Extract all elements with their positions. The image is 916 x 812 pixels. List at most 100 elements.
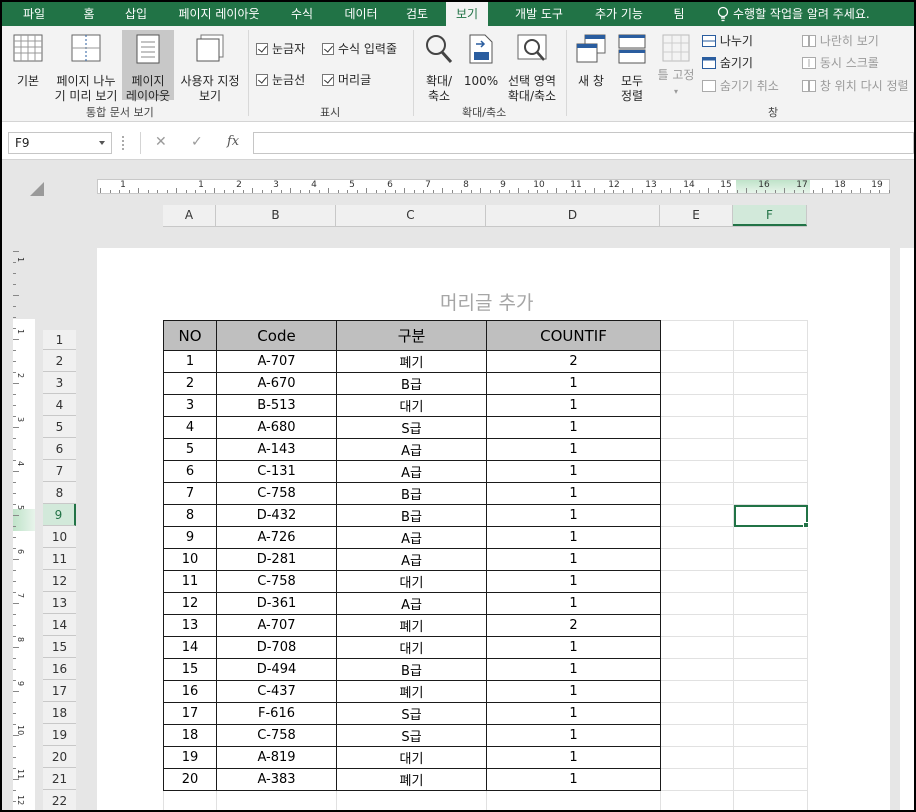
table-cell[interactable]: A급 — [336, 592, 487, 615]
table-cell[interactable]: B급 — [336, 658, 487, 681]
ribbon-tab[interactable]: 팀 — [664, 2, 694, 26]
row-header[interactable]: 20 — [43, 746, 76, 768]
row-header[interactable]: 8 — [43, 482, 76, 504]
empty-cell[interactable] — [733, 658, 808, 681]
table-cell[interactable]: 4 — [163, 416, 217, 439]
table-header-cell[interactable]: Code — [216, 320, 337, 351]
row-header[interactable]: 4 — [43, 394, 76, 416]
table-cell[interactable]: C-131 — [216, 460, 337, 483]
table-cell[interactable]: F-616 — [216, 702, 337, 725]
table-cell[interactable]: 1 — [486, 724, 661, 747]
table-cell[interactable]: 1 — [486, 548, 661, 571]
cancel-icon[interactable]: ✕ — [155, 134, 167, 150]
table-cell[interactable]: 1 — [486, 592, 661, 615]
table-cell[interactable]: A급 — [336, 438, 487, 461]
empty-cell[interactable] — [660, 460, 734, 483]
ribbon-tab[interactable]: 보기 — [446, 2, 488, 26]
normal-view-button[interactable]: 기본 — [10, 32, 46, 100]
table-cell[interactable]: D-432 — [216, 504, 337, 527]
table-cell[interactable]: 1 — [486, 746, 661, 769]
row-header[interactable]: 6 — [43, 438, 76, 460]
row-header[interactable]: 1 — [43, 330, 76, 350]
ribbon-tab[interactable]: 개발 도구 — [501, 2, 577, 26]
row-header[interactable]: 11 — [43, 548, 76, 570]
table-cell[interactable]: 1 — [486, 438, 661, 461]
split-button[interactable]: 나누기 — [702, 34, 782, 52]
column-header[interactable]: C — [336, 205, 486, 226]
table-cell[interactable]: 12 — [163, 592, 217, 615]
table-cell[interactable]: A-680 — [216, 416, 337, 439]
row-header[interactable]: 22 — [43, 790, 76, 810]
empty-cell[interactable] — [660, 680, 734, 703]
gridlines-checkbox[interactable]: 눈금선 — [256, 73, 305, 87]
empty-cell[interactable] — [733, 724, 808, 747]
empty-cell[interactable] — [660, 320, 734, 351]
table-header-cell[interactable]: 구분 — [336, 320, 487, 351]
table-cell[interactable]: C-758 — [216, 570, 337, 593]
empty-cell[interactable] — [733, 438, 808, 461]
row-header[interactable]: 2 — [43, 350, 76, 372]
table-cell[interactable]: 6 — [163, 460, 217, 483]
table-cell[interactable]: 1 — [486, 482, 661, 505]
insert-function-icon[interactable]: fx — [227, 134, 239, 149]
empty-cell[interactable] — [660, 724, 734, 747]
column-header[interactable]: F — [733, 205, 807, 226]
row-header[interactable]: 19 — [43, 724, 76, 746]
table-cell[interactable]: 3 — [163, 394, 217, 417]
row-header[interactable]: 10 — [43, 526, 76, 548]
table-cell[interactable]: 1 — [486, 526, 661, 549]
empty-cell[interactable] — [660, 614, 734, 637]
ribbon-tab[interactable]: 수식 — [282, 2, 322, 26]
table-cell[interactable]: 대기 — [336, 570, 487, 593]
table-cell[interactable]: A-143 — [216, 438, 337, 461]
table-cell[interactable]: 16 — [163, 680, 217, 703]
table-cell[interactable]: A급 — [336, 548, 487, 571]
unhide-button[interactable]: 숨기기 취소 — [702, 79, 792, 97]
empty-cell[interactable] — [733, 790, 808, 810]
ruler-checkbox[interactable]: 눈금자 — [256, 42, 305, 56]
row-header[interactable]: 18 — [43, 702, 76, 724]
row-header[interactable]: 17 — [43, 680, 76, 702]
table-cell[interactable]: 대기 — [336, 394, 487, 417]
empty-cell[interactable] — [660, 636, 734, 659]
empty-cell[interactable] — [733, 460, 808, 483]
zoom-100-button[interactable]: 100% — [462, 32, 500, 100]
table-cell[interactable]: 1 — [486, 768, 661, 791]
table-cell[interactable]: 5 — [163, 438, 217, 461]
empty-cell[interactable] — [733, 394, 808, 417]
table-cell[interactable]: A-670 — [216, 372, 337, 395]
ribbon-tab[interactable]: 검토 — [397, 2, 437, 26]
row-header[interactable]: 12 — [43, 570, 76, 592]
data-grid[interactable]: NO Code 구분 COUNTIF 1 A-707 폐기 2 2 A-670 B급 1 3 B-513 대… — [163, 320, 809, 810]
empty-cell[interactable] — [660, 790, 734, 810]
table-cell[interactable]: C-758 — [216, 482, 337, 505]
table-cell[interactable]: 1 — [486, 394, 661, 417]
horizontal-ruler[interactable]: 1 1 2 3 4 5 6 7 8 9 10 11 12 13 14 15 16 17 18 19 — [97, 179, 890, 194]
table-cell[interactable]: 대기 — [336, 636, 487, 659]
table-cell[interactable]: 폐기 — [336, 350, 487, 373]
vertical-ruler[interactable]: 1 1 2 3 4 5 6 7 8 9 10 11 12 — [13, 247, 35, 810]
row-header[interactable]: 5 — [43, 416, 76, 438]
table-cell[interactable]: 20 — [163, 768, 217, 791]
empty-cell[interactable] — [660, 702, 734, 725]
empty-cell[interactable] — [733, 416, 808, 439]
table-cell[interactable]: 14 — [163, 636, 217, 659]
row-header[interactable]: 7 — [43, 460, 76, 482]
enter-icon[interactable]: ✓ — [191, 134, 203, 150]
table-cell[interactable]: 9 — [163, 526, 217, 549]
empty-cell[interactable] — [486, 790, 661, 810]
table-cell[interactable]: D-708 — [216, 636, 337, 659]
empty-cell[interactable] — [660, 438, 734, 461]
empty-cell[interactable] — [660, 504, 734, 527]
row-header[interactable]: 21 — [43, 768, 76, 790]
column-header[interactable]: E — [660, 205, 733, 226]
table-cell[interactable]: 8 — [163, 504, 217, 527]
empty-cell[interactable] — [660, 416, 734, 439]
table-cell[interactable]: B급 — [336, 372, 487, 395]
table-cell[interactable]: 1 — [486, 570, 661, 593]
formula-bar-checkbox[interactable]: 수식 입력줄 — [322, 42, 397, 56]
table-cell[interactable]: D-494 — [216, 658, 337, 681]
resize-handle[interactable] — [122, 136, 124, 150]
table-cell[interactable]: 폐기 — [336, 614, 487, 637]
row-header[interactable]: 9 — [43, 504, 76, 526]
